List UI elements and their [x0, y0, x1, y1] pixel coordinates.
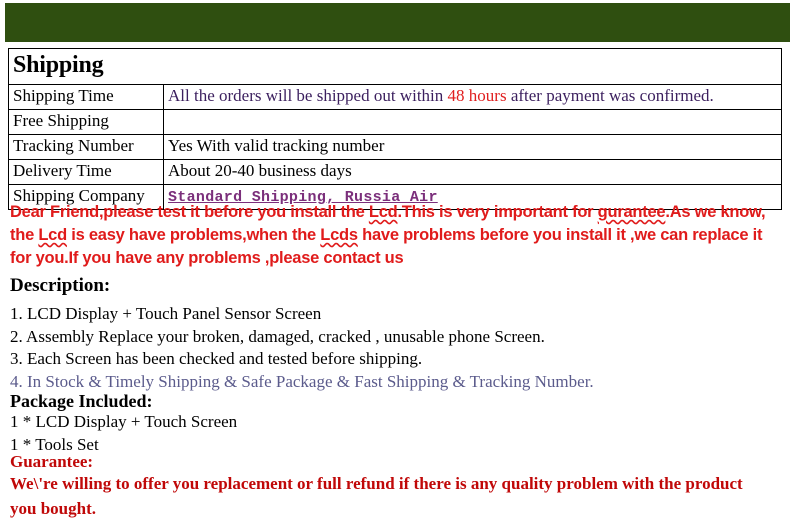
row-value-free-shipping — [163, 109, 782, 135]
warning-text-2: .This is very important for — [397, 203, 598, 221]
guarantee-body: We\'re willing to offer you replacement … — [10, 474, 743, 518]
warning-misspelling-lcds: Lcds — [320, 226, 358, 244]
product-description-page: Shipping Shipping Time All the orders wi… — [0, 0, 790, 523]
shipping-time-part-1: All the orders will be shipped out withi… — [168, 86, 448, 106]
table-row: Free Shipping — [8, 109, 782, 135]
list-item: 1 * LCD Display + Touch Screen — [10, 412, 238, 431]
warning-misspelling-lcd-2: Lcd — [38, 226, 67, 244]
description-heading: Description: — [10, 275, 111, 296]
page-title: Shipping — [8, 48, 782, 85]
green-banner — [5, 3, 790, 42]
list-item: 1. LCD Display + Touch Panel Sensor Scre… — [10, 304, 322, 323]
row-value-delivery-time: About 20-40 business days — [163, 159, 782, 185]
list-item: 4. In Stock & Timely Shipping & Safe Pac… — [10, 371, 594, 391]
package-heading: Package Included: — [10, 391, 153, 411]
list-item: 2. Assembly Replace your broken, damaged… — [10, 326, 545, 346]
row-label-shipping-time: Shipping Time — [8, 84, 164, 110]
row-label-delivery-time: Delivery Time — [8, 159, 164, 185]
warning-text-1: Dear Friend,please test it before you in… — [10, 203, 369, 221]
warning-paragraph: Dear Friend,please test it before you in… — [10, 201, 778, 270]
list-item: 3. Each Screen has been checked and test… — [10, 349, 423, 368]
warning-misspelling-lcd-1: Lcd — [368, 203, 398, 221]
shipping-time-highlight: 48 hours — [447, 86, 507, 106]
guarantee-heading: Guarantee: — [10, 452, 94, 471]
row-value-shipping-time: All the orders will be shipped out withi… — [163, 84, 782, 110]
package-list: 1 * LCD Display + Touch Screen 1 * Tools… — [10, 411, 237, 456]
row-label-free-shipping: Free Shipping — [8, 109, 164, 135]
shipping-time-part-3: after payment was confirmed. — [506, 86, 714, 106]
row-label-tracking-number: Tracking Number — [8, 134, 164, 160]
warning-text-4: is easy have problems,when the — [66, 226, 321, 244]
table-row: Delivery Time About 20-40 business days — [8, 159, 782, 185]
shipping-info-table: Shipping Shipping Time All the orders wi… — [8, 48, 782, 211]
description-list: 1. LCD Display + Touch Panel Sensor Scre… — [10, 303, 780, 393]
table-row: Tracking Number Yes With valid tracking … — [8, 134, 782, 160]
row-value-tracking-number: Yes With valid tracking number — [163, 134, 782, 160]
warning-misspelling-gurantee: gurantee — [597, 203, 666, 221]
table-row-heading: Shipping — [8, 48, 782, 85]
table-row: Shipping Time All the orders will be shi… — [8, 84, 782, 110]
